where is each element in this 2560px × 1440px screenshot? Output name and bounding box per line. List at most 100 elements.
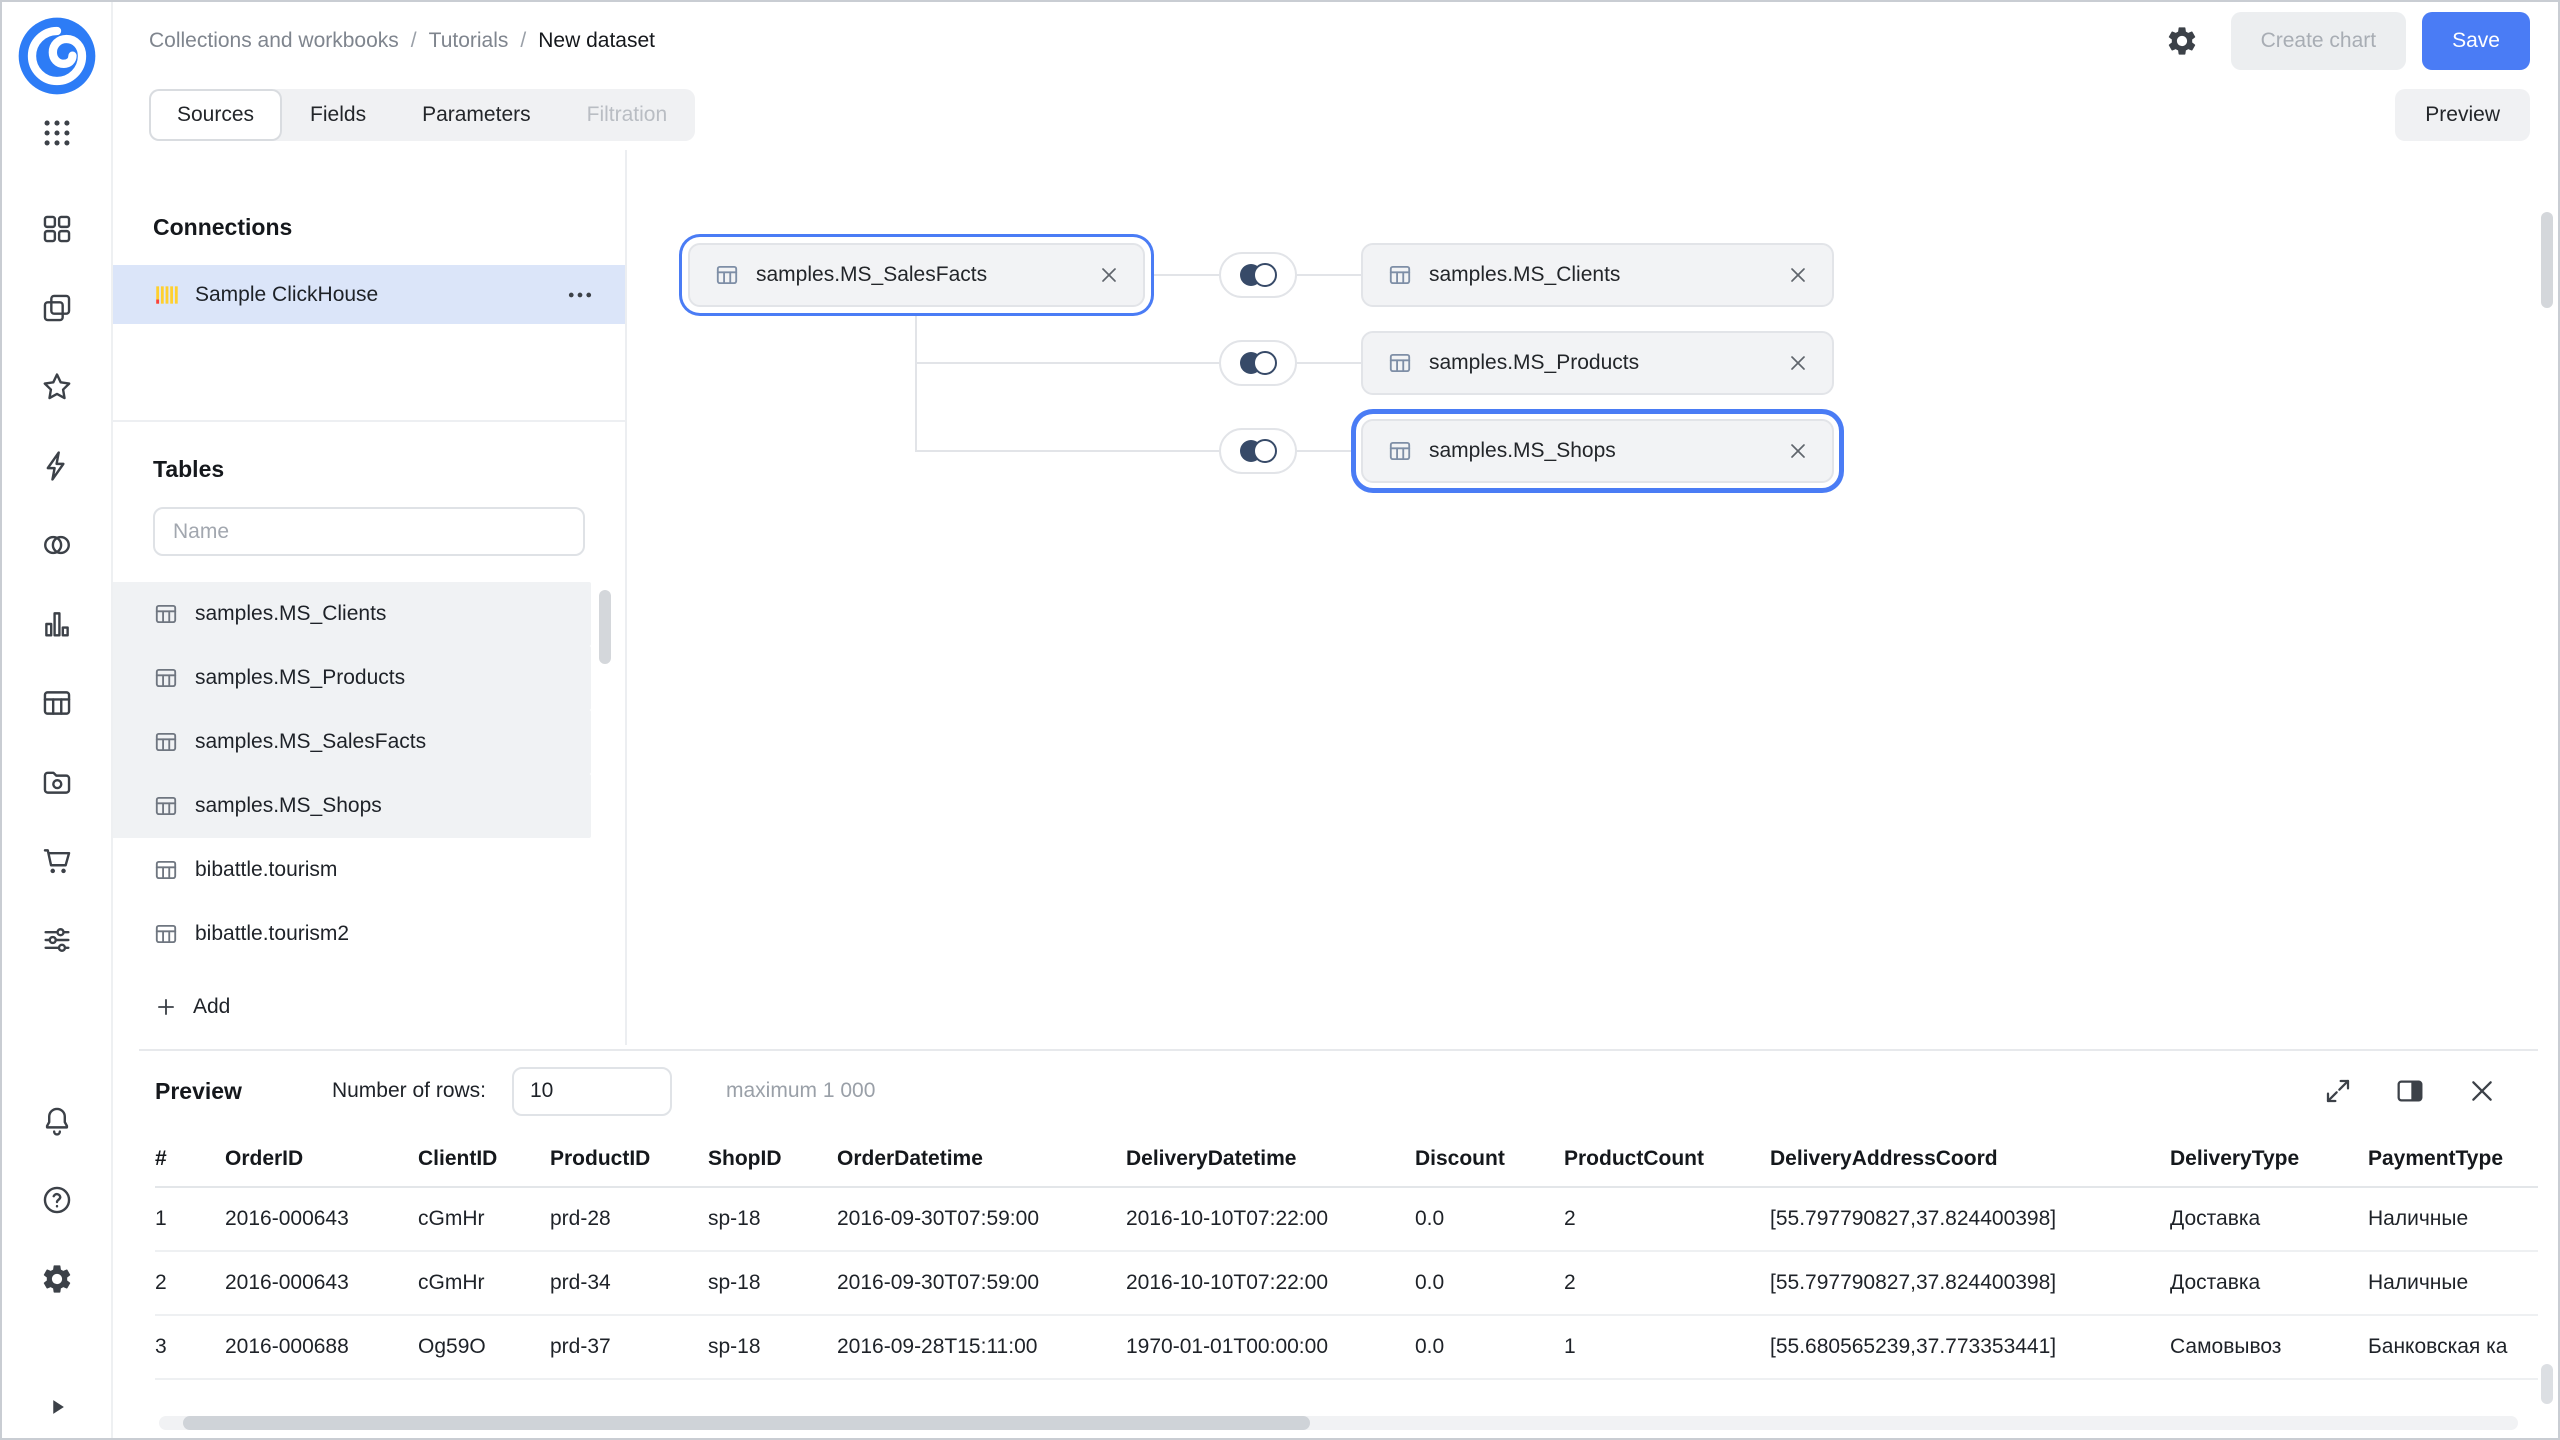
- lightning-icon[interactable]: [40, 449, 74, 483]
- table-icon: [1387, 262, 1413, 288]
- star-icon[interactable]: [40, 370, 74, 404]
- close-icon[interactable]: [1786, 351, 1810, 375]
- node-label: samples.MS_Clients: [1429, 263, 1620, 287]
- cell: cGmHr: [418, 1187, 550, 1251]
- dataset-node-clients[interactable]: samples.MS_Clients: [1361, 243, 1834, 307]
- column-header: OrderDatetime: [837, 1131, 1126, 1187]
- cell: 2016-10-10T07:22:00: [1126, 1251, 1415, 1315]
- table-list-item[interactable]: bibattle.tourism: [113, 838, 591, 902]
- cart-icon[interactable]: [40, 844, 74, 878]
- dataset-settings-gear-icon[interactable]: [2165, 24, 2199, 58]
- join-connector-line: [1297, 274, 1361, 276]
- split-view-icon[interactable]: [2394, 1075, 2426, 1107]
- cell: 0.0: [1415, 1251, 1564, 1315]
- table-list-item[interactable]: samples.MS_Shops: [113, 774, 591, 838]
- rows-count-input[interactable]: [512, 1067, 672, 1116]
- cell: 1970-01-01T00:00:00: [1126, 1315, 1415, 1379]
- close-icon[interactable]: [1786, 263, 1810, 287]
- cell: prd-37: [550, 1315, 708, 1379]
- rows-count-label: Number of rows:: [332, 1079, 486, 1103]
- max-rows-hint: maximum 1 000: [726, 1079, 875, 1103]
- close-icon[interactable]: [2466, 1075, 2498, 1107]
- column-header: PaymentType: [2368, 1131, 2538, 1187]
- dataset-node-products[interactable]: samples.MS_Products: [1361, 331, 1834, 395]
- table-list-item[interactable]: samples.MS_Products: [113, 646, 591, 710]
- bar-chart-icon[interactable]: [40, 607, 74, 641]
- horizontal-scrollbar[interactable]: [159, 1416, 2518, 1430]
- column-header: Discount: [1415, 1131, 1564, 1187]
- cell: 2016-000643: [225, 1187, 418, 1251]
- list-scrollbar-thumb[interactable]: [599, 590, 611, 664]
- datalens-logo[interactable]: [17, 16, 97, 96]
- preview-header: Preview Number of rows: maximum 1 000: [139, 1051, 2538, 1131]
- cell: [55.797790827,37.824400398]: [1770, 1187, 2170, 1251]
- dataset-node-shops[interactable]: samples.MS_Shops: [1361, 419, 1834, 483]
- help-icon[interactable]: [40, 1183, 74, 1217]
- cell: 2016-10-10T07:22:00: [1126, 1187, 1415, 1251]
- table-list-item[interactable]: bibattle.tourism2: [113, 902, 591, 966]
- apps-grid-icon[interactable]: [40, 116, 74, 150]
- cell: Доставка: [2170, 1251, 2368, 1315]
- breadcrumb-separator: /: [411, 29, 417, 53]
- ellipsis-menu-icon[interactable]: [565, 280, 595, 310]
- table-search-input[interactable]: [153, 507, 585, 556]
- column-header: DeliveryType: [2170, 1131, 2368, 1187]
- collections-icon[interactable]: [40, 291, 74, 325]
- cell: Наличные: [2368, 1187, 2538, 1251]
- bell-icon[interactable]: [40, 1104, 74, 1138]
- table-name: bibattle.tourism: [195, 858, 337, 882]
- venn-circles-icon[interactable]: [40, 528, 74, 562]
- tab-parameters[interactable]: Parameters: [394, 89, 559, 141]
- vertical-scrollbar-thumb[interactable]: [2541, 212, 2553, 308]
- inner-join-icon[interactable]: [1219, 428, 1297, 474]
- column-header: #: [155, 1131, 225, 1187]
- tabs-row: Sources Fields Parameters Filtration Pre…: [113, 80, 2558, 150]
- cell: 2: [1564, 1187, 1770, 1251]
- play-icon[interactable]: [42, 1392, 72, 1422]
- column-header: DeliveryDatetime: [1126, 1131, 1415, 1187]
- tab-fields[interactable]: Fields: [282, 89, 394, 141]
- save-button[interactable]: Save: [2422, 12, 2530, 70]
- horizontal-scrollbar-thumb[interactable]: [183, 1416, 1310, 1430]
- node-label: samples.MS_SalesFacts: [756, 263, 987, 287]
- cell: 2016-000688: [225, 1315, 418, 1379]
- dataset-node-salesfacts[interactable]: samples.MS_SalesFacts: [688, 243, 1145, 307]
- vertical-scrollbar[interactable]: [2541, 212, 2553, 1414]
- table-grid-icon[interactable]: [40, 686, 74, 720]
- table-list-item[interactable]: samples.MS_Clients: [113, 582, 591, 646]
- breadcrumb-tutorials[interactable]: Tutorials: [429, 29, 509, 53]
- tab-filtration[interactable]: Filtration: [559, 89, 696, 141]
- close-icon[interactable]: [1786, 439, 1810, 463]
- table-icon: [153, 665, 179, 691]
- connection-name: Sample ClickHouse: [195, 283, 378, 307]
- sliders-icon[interactable]: [40, 923, 74, 957]
- inner-join-icon[interactable]: [1219, 252, 1297, 298]
- cell: 0.0: [1415, 1315, 1564, 1379]
- tab-sources[interactable]: Sources: [149, 89, 282, 141]
- vertical-scrollbar-thumb[interactable]: [2541, 1364, 2553, 1404]
- connection-item-sample-clickhouse[interactable]: Sample ClickHouse: [113, 265, 625, 324]
- joins-canvas: samples.MS_SalesFacts samples.MS_Clients…: [627, 150, 2558, 1045]
- dashboards-icon[interactable]: [40, 212, 74, 246]
- table-list-item[interactable]: samples.MS_SalesFacts: [113, 710, 591, 774]
- expand-icon[interactable]: [2322, 1075, 2354, 1107]
- column-header: ProductID: [550, 1131, 708, 1187]
- datalens-dataset-editor: Collections and workbooks / Tutorials / …: [0, 0, 2560, 1440]
- gear-icon[interactable]: [40, 1262, 74, 1296]
- cell: 2016-000643: [225, 1251, 418, 1315]
- breadcrumb-collections[interactable]: Collections and workbooks: [149, 29, 399, 53]
- cell: sp-18: [708, 1251, 837, 1315]
- cell: prd-28: [550, 1187, 708, 1251]
- table-icon: [153, 601, 179, 627]
- create-chart-button[interactable]: Create chart: [2231, 12, 2407, 70]
- cell: 2016-09-28T15:11:00: [837, 1315, 1126, 1379]
- header-row: # OrderID ClientID ProductID ShopID Orde…: [155, 1131, 2538, 1187]
- table-name: samples.MS_SalesFacts: [195, 730, 426, 754]
- preview-toggle-button[interactable]: Preview: [2395, 89, 2530, 141]
- table-icon: [153, 857, 179, 883]
- cell: cGmHr: [418, 1251, 550, 1315]
- add-table-button[interactable]: Add: [153, 994, 230, 1020]
- close-icon[interactable]: [1097, 263, 1121, 287]
- folder-icon[interactable]: [40, 765, 74, 799]
- inner-join-icon[interactable]: [1219, 340, 1297, 386]
